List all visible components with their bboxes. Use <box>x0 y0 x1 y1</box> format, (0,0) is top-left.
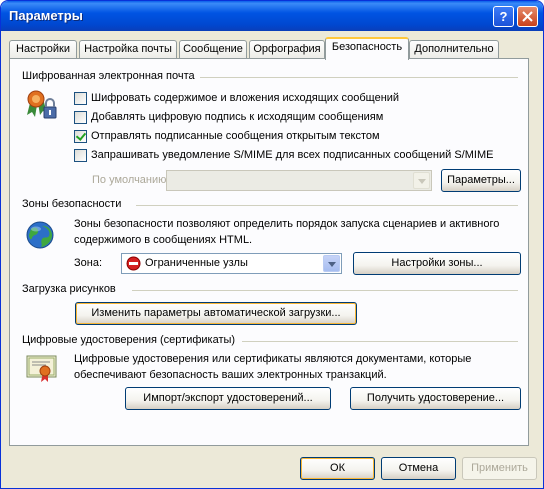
tab-settings[interactable]: Настройки <box>9 40 77 59</box>
separator <box>200 77 518 78</box>
change-download-settings-button[interactable]: Изменить параметры автоматической загруз… <box>75 302 357 325</box>
separator <box>132 290 518 291</box>
request-smime-receipt-checkbox[interactable] <box>74 148 87 162</box>
separator <box>136 205 518 206</box>
zone-select[interactable]: Ограниченные узлы <box>121 253 342 274</box>
chevron-down-icon[interactable] <box>413 172 430 189</box>
send-clear-text-checkbox[interactable] <box>74 129 87 143</box>
options-dialog: Параметры ? Настройки Настройка почты Со… <box>0 0 544 489</box>
digital-ids-description-2: обеспечивают безопасность ваших электрон… <box>74 369 387 381</box>
close-button[interactable] <box>517 6 538 27</box>
cancel-button[interactable]: Отмена <box>381 457 456 480</box>
import-export-ids-button[interactable]: Импорт/экспорт удостоверений... <box>125 387 331 410</box>
add-signature-checkbox[interactable] <box>74 110 87 124</box>
zone-value: Ограниченные узлы <box>145 257 248 269</box>
zone-settings-button[interactable]: Настройки зоны... <box>353 252 521 275</box>
restricted-zone-icon <box>126 256 141 271</box>
encrypt-contents-label: Шифровать содержимое и вложения исходящи… <box>91 92 400 104</box>
security-zones-description-1: Зоны безопасности позволяют определить п… <box>74 218 500 230</box>
globe-icon <box>26 221 54 249</box>
close-icon <box>522 11 533 22</box>
request-smime-receipt-label: Запрашивать уведомление S/MIME для всех … <box>91 149 494 161</box>
default-setting-label: По умолчанию: <box>92 174 170 186</box>
digital-ids-title: Цифровые удостоверения (сертификаты) <box>22 334 236 346</box>
encrypt-contents-checkbox[interactable] <box>74 91 87 105</box>
option-add-signature[interactable]: Добавлять цифровую подпись к исходящим с… <box>74 110 383 124</box>
security-panel: Шифрованная электронная почта Шифровать … <box>9 58 529 446</box>
window-title: Параметры <box>9 8 83 23</box>
add-signature-label: Добавлять цифровую подпись к исходящим с… <box>91 111 384 123</box>
tab-security[interactable]: Безопасность <box>325 37 409 60</box>
option-request-smime-receipt[interactable]: Запрашивать уведомление S/MIME для всех … <box>74 148 493 162</box>
tab-message[interactable]: Сообщение <box>179 40 247 59</box>
security-zones-title: Зоны безопасности <box>22 198 122 210</box>
tab-mail-setup[interactable]: Настройка почты <box>79 40 177 59</box>
tab-advanced[interactable]: Дополнительно <box>409 40 499 59</box>
option-send-clear-text[interactable]: Отправлять подписанные сообщения открыты… <box>74 129 380 143</box>
tab-spelling[interactable]: Орфография <box>249 40 325 59</box>
encrypted-mail-title: Шифрованная электронная почта <box>22 70 195 82</box>
image-download-title: Загрузка рисунков <box>22 283 116 295</box>
zone-label: Зона: <box>74 257 103 269</box>
default-setting-select[interactable] <box>166 170 432 191</box>
send-clear-text-label: Отправлять подписанные сообщения открыты… <box>91 130 380 142</box>
encryption-settings-button[interactable]: Параметры... <box>441 169 521 192</box>
apply-button[interactable]: Применить <box>462 457 537 480</box>
ok-button[interactable]: ОК <box>300 457 375 480</box>
help-button[interactable]: ? <box>493 6 514 27</box>
encryption-lock-icon <box>27 90 57 119</box>
digital-ids-description-1: Цифровые удостоверения или сертификаты я… <box>74 353 472 365</box>
certificate-icon <box>26 355 57 382</box>
separator <box>242 341 518 342</box>
get-digital-id-button[interactable]: Получить удостоверение... <box>350 387 521 410</box>
title-bar[interactable]: Параметры ? <box>1 1 543 31</box>
chevron-down-icon[interactable] <box>323 255 340 272</box>
security-zones-description-2: содержимого в сообщениях HTML. <box>74 234 253 246</box>
option-encrypt-contents[interactable]: Шифровать содержимое и вложения исходящи… <box>74 91 399 105</box>
